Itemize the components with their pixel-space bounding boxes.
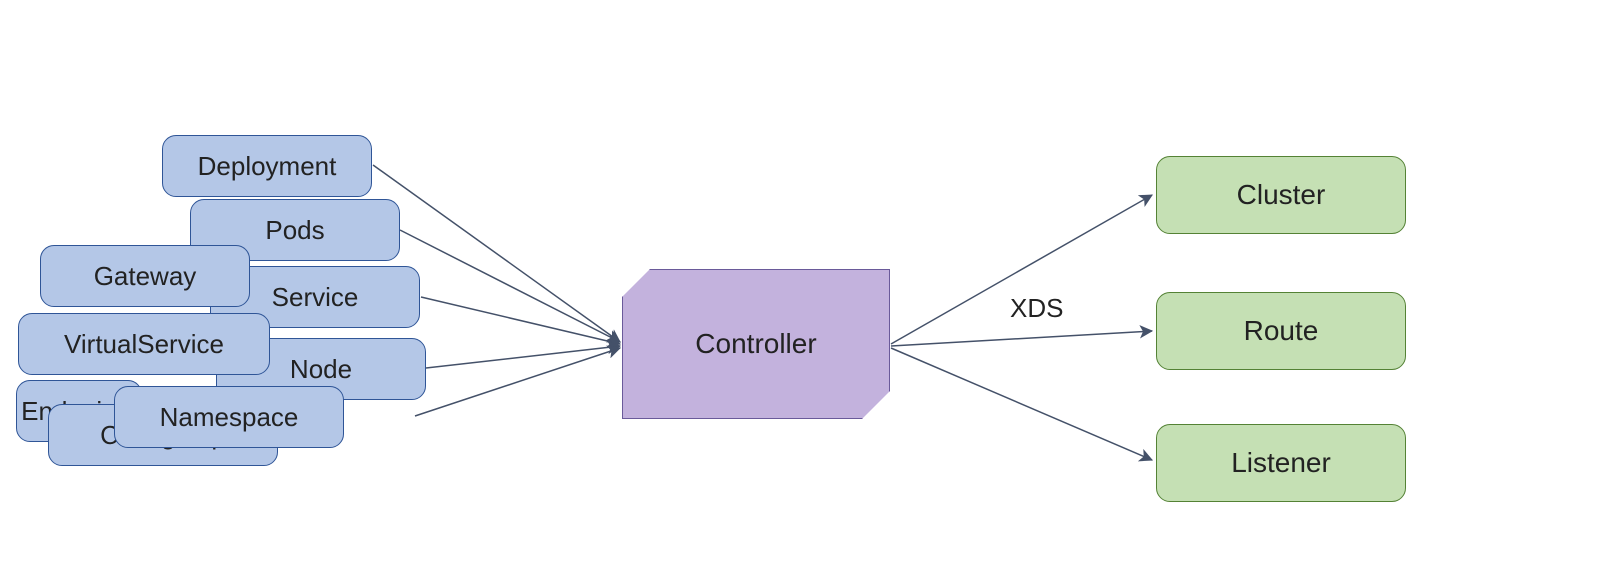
- input-deployment: Deployment: [162, 135, 372, 197]
- output-listener: Listener: [1156, 424, 1406, 502]
- input-virtualservice: VirtualService: [18, 313, 270, 375]
- arrow-label-xds: XDS: [1010, 293, 1063, 324]
- input-gateway: Gateway: [40, 245, 250, 307]
- input-namespace: Namespace: [114, 386, 344, 448]
- output-route: Route: [1156, 292, 1406, 370]
- output-cluster: Cluster: [1156, 156, 1406, 234]
- controller-node: Controller: [622, 269, 890, 419]
